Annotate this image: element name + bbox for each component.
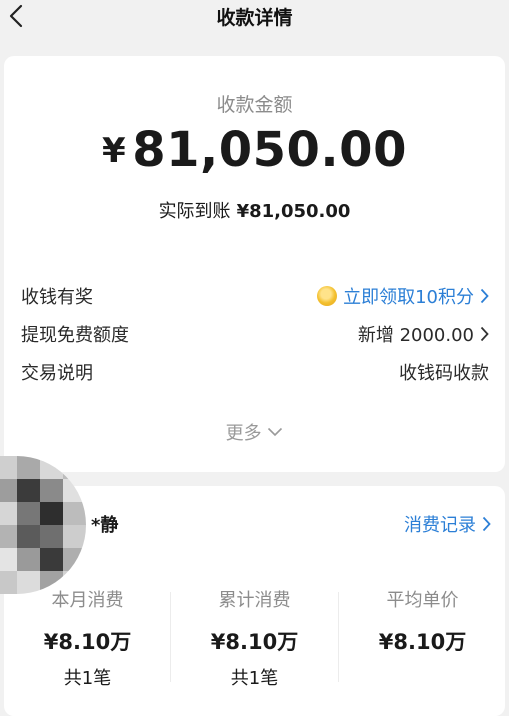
chevron-right-icon	[482, 516, 491, 532]
avatar-mosaic-cell	[17, 479, 40, 502]
avatar-mosaic-cell	[63, 502, 86, 525]
stat-value: ¥8.10万	[378, 630, 467, 654]
nav-bar: 收款详情	[0, 0, 509, 34]
free-quota-row[interactable]: 提现免费额度 新增 2000.00	[21, 320, 489, 348]
stat-count: 共1笔	[63, 668, 112, 689]
amount-number: 81,050.00	[132, 122, 407, 178]
stat-title: 本月消费	[51, 590, 124, 611]
avatar-mosaic-cell	[63, 525, 86, 548]
avatar-mosaic-cell	[63, 479, 86, 502]
reward-link[interactable]: 立即领取10积分	[317, 283, 489, 309]
transaction-note-row: 交易说明 收钱码收款	[21, 358, 489, 386]
payment-summary-card: 收款金额 ¥81,050.00 实际到账 ¥81,050.00 收钱有奖 立即领取…	[4, 56, 505, 472]
actual-received: 实际到账 ¥81,050.00	[4, 197, 505, 223]
actual-amount: ¥81,050.00	[236, 201, 351, 222]
stat-value: ¥8.10万	[210, 630, 299, 654]
avatar	[0, 456, 86, 594]
avatar-mosaic-cell	[0, 548, 17, 571]
avatar-mosaic-cell	[63, 456, 86, 479]
more-label: 更多	[225, 423, 262, 444]
stat-title: 平均单价	[386, 590, 459, 611]
avatar-mosaic-cell	[0, 479, 17, 502]
avatar-mosaic-cell	[63, 548, 86, 571]
avatar-mosaic-cell	[40, 525, 63, 548]
more-toggle[interactable]: 更多	[4, 419, 505, 445]
chevron-right-icon	[480, 326, 489, 342]
avatar-mosaic-cell	[0, 456, 17, 479]
avatar-mosaic-cell	[0, 502, 17, 525]
chevron-right-icon	[480, 288, 489, 304]
reward-label: 收钱有奖	[21, 287, 93, 308]
actual-label: 实际到账	[158, 201, 231, 222]
records-label: 消费记录	[404, 515, 476, 536]
stat-value: ¥8.10万	[43, 630, 132, 654]
stat-cumulative: 累计消费 ¥8.10万 共1笔	[171, 586, 338, 690]
reward-value: 立即领取10积分	[343, 287, 474, 308]
avatar-mosaic-cell	[17, 525, 40, 548]
avatar-mosaic-cell	[17, 502, 40, 525]
avatar-mosaic-cell	[40, 502, 63, 525]
avatar-mosaic-cell	[40, 548, 63, 571]
payer-name: *静	[91, 515, 119, 536]
avatar-mosaic-cell	[17, 548, 40, 571]
free-quota-value: 新增 2000.00	[357, 325, 474, 346]
amount-value: ¥81,050.00	[4, 122, 505, 178]
chevron-down-icon	[268, 427, 283, 437]
avatar-mosaic-cell	[40, 479, 63, 502]
stat-count: 共1笔	[230, 668, 279, 689]
reward-row[interactable]: 收钱有奖 立即领取10积分	[21, 282, 489, 310]
free-quota-link[interactable]: 新增 2000.00	[358, 321, 489, 347]
consumption-records-link[interactable]: 消费记录	[404, 511, 491, 537]
transaction-note-label: 交易说明	[21, 363, 93, 384]
coin-icon	[317, 286, 338, 306]
stat-title: 累计消费	[218, 590, 291, 611]
avatar-mosaic-cell	[0, 525, 17, 548]
amount-label: 收款金额	[216, 94, 293, 116]
free-quota-label: 提现免费额度	[21, 325, 129, 346]
page-title: 收款详情	[216, 7, 293, 29]
avatar-mosaic-cell	[17, 456, 40, 479]
stat-average: 平均单价 ¥8.10万	[339, 586, 506, 664]
currency-symbol: ¥	[102, 131, 127, 171]
avatar-mosaic-cell	[40, 456, 63, 479]
stat-monthly: 本月消费 ¥8.10万 共1笔	[4, 586, 171, 690]
transaction-note-value: 收钱码收款	[399, 363, 489, 384]
